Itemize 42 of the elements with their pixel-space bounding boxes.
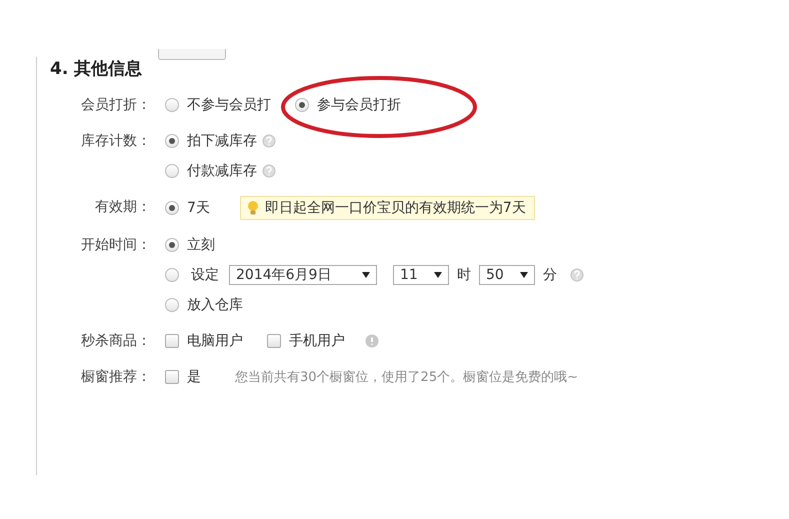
note-text: 您当前共有30个橱窗位，使用了25个。橱窗位是免费的哦~ bbox=[235, 369, 578, 386]
checkbox[interactable] bbox=[165, 370, 179, 384]
field-label: 会员打折： bbox=[80, 96, 151, 115]
radio-button[interactable] bbox=[295, 98, 309, 112]
option-label: 不参与会员打 bbox=[187, 96, 271, 114]
option-label: 电脑用户 bbox=[187, 332, 243, 350]
radio-button[interactable] bbox=[165, 164, 179, 178]
option-label: 拍下减库存 bbox=[187, 132, 257, 150]
field-label: 开始时间： bbox=[80, 236, 151, 255]
checkbox[interactable] bbox=[165, 334, 179, 348]
tip-text: 即日起全网一口价宝贝的有效期统一为7天 bbox=[264, 199, 526, 217]
option-label: 7天 bbox=[187, 199, 210, 217]
option-label: 设定 bbox=[191, 266, 219, 284]
radio-button[interactable] bbox=[165, 298, 179, 312]
radio-button[interactable] bbox=[165, 268, 179, 282]
option-label: 付款减库存 bbox=[187, 162, 257, 180]
option-label: 放入仓库 bbox=[187, 296, 243, 314]
lightbulb-icon bbox=[246, 200, 259, 216]
unit-label: 时 bbox=[457, 266, 471, 284]
section-title: 4. 其他信息 bbox=[50, 58, 144, 80]
help-icon[interactable] bbox=[570, 268, 584, 282]
unit-label: 分 bbox=[543, 266, 557, 284]
hour-select[interactable]: 11 bbox=[393, 265, 449, 285]
button[interactable] bbox=[158, 49, 226, 60]
option-label: 是 bbox=[187, 368, 201, 386]
radio-button[interactable] bbox=[165, 98, 179, 112]
radio-button[interactable] bbox=[165, 201, 179, 215]
field-label: 秒杀商品： bbox=[80, 332, 151, 351]
date-select[interactable]: 2014年6月9日 bbox=[229, 265, 377, 285]
option-label: 参与会员打折 bbox=[317, 96, 401, 114]
option-label: 立刻 bbox=[187, 236, 215, 254]
radio-button[interactable] bbox=[165, 134, 179, 148]
radio-button[interactable] bbox=[165, 238, 179, 252]
field-label: 橱窗推荐： bbox=[80, 368, 151, 387]
option-label: 手机用户 bbox=[289, 332, 345, 350]
field-label: 有效期： bbox=[94, 198, 151, 217]
field-label: 库存计数： bbox=[80, 132, 151, 151]
help-icon[interactable] bbox=[262, 164, 276, 178]
checkbox[interactable] bbox=[267, 334, 281, 348]
minute-select[interactable]: 50 bbox=[479, 265, 535, 285]
help-icon[interactable] bbox=[262, 134, 276, 148]
info-icon[interactable] bbox=[365, 334, 379, 348]
